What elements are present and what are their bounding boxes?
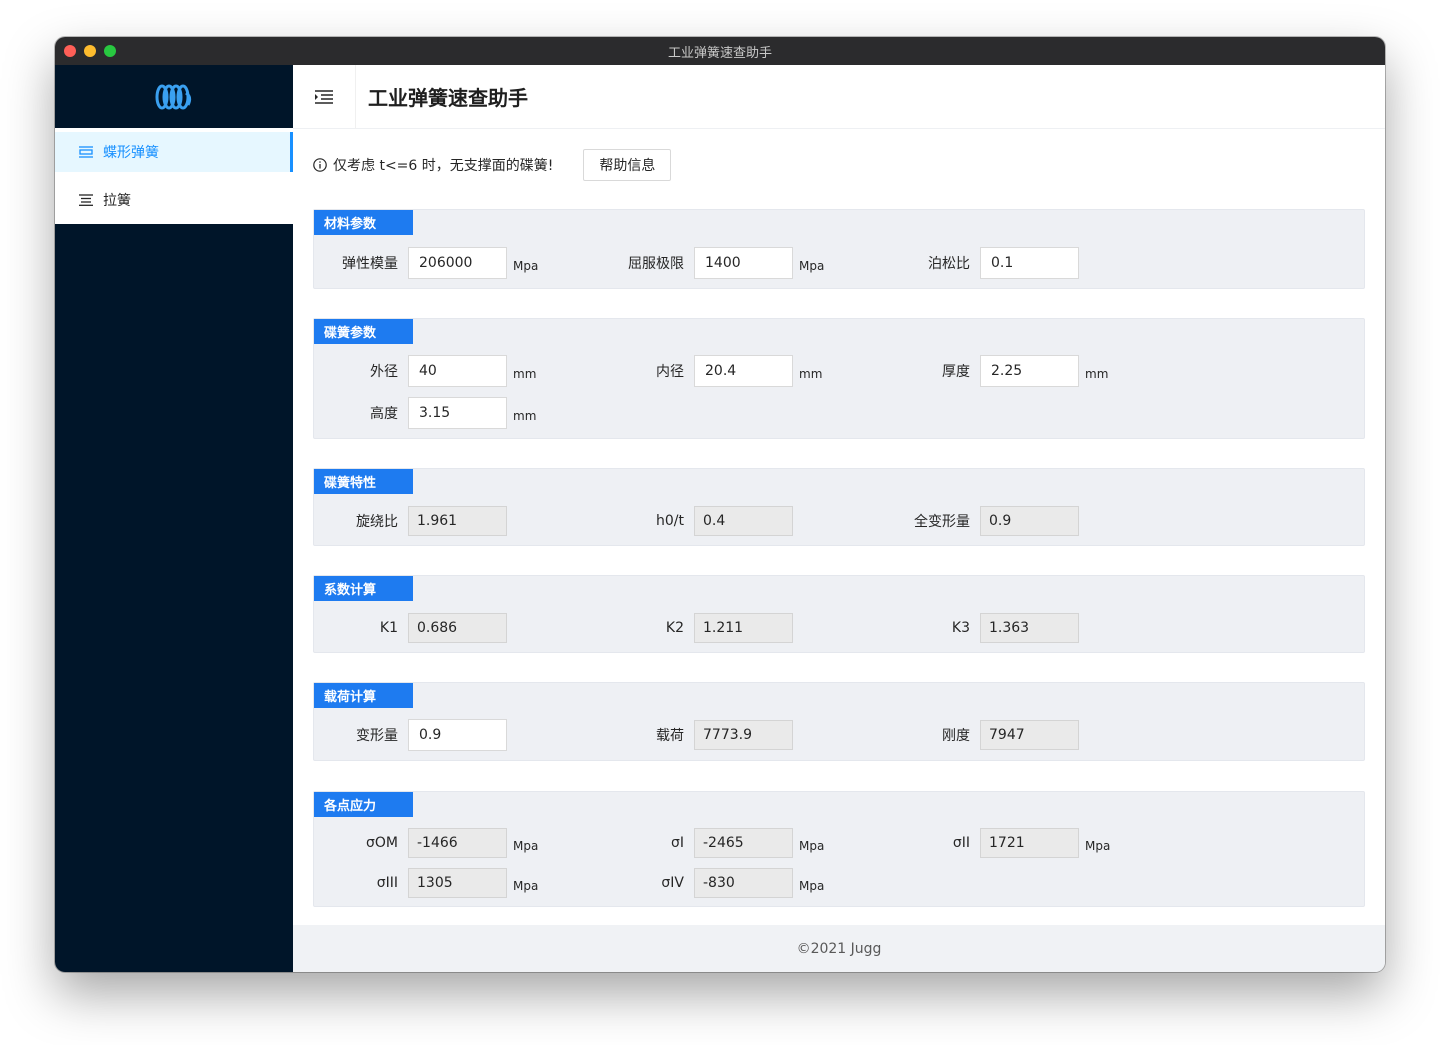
menu-fold-icon	[315, 89, 333, 104]
sidebar-menu: 蝶形弹簧 拉簧	[55, 128, 293, 224]
field-label: K3	[951, 620, 970, 636]
disc-params-section: 碟簧参数 外径 mm 内径 mm 厚度 mm	[313, 318, 1365, 439]
field-label: 载荷	[656, 728, 684, 744]
load-output	[694, 720, 793, 750]
height-input[interactable]	[408, 397, 507, 429]
field-label: σIII	[376, 875, 398, 891]
unit-label: mm	[513, 367, 537, 381]
k3-output	[980, 613, 1079, 643]
sidebar-item-label: 蝶形弹簧	[103, 145, 159, 161]
coefficient-section: 系数计算 K1 K2 K3	[313, 575, 1365, 653]
field-label: σIV	[661, 875, 684, 891]
unit-label: Mpa	[799, 879, 825, 893]
unit-label: Mpa	[799, 259, 825, 273]
inner-diameter-input[interactable]	[694, 355, 793, 387]
material-section: 材料参数 弹性模量 Mpa 屈服极限 Mpa 泊松比	[313, 209, 1365, 289]
spring-index-output	[408, 506, 507, 536]
poisson-ratio-input[interactable]	[980, 247, 1079, 279]
app-window: 工业弹簧速查助手 蝶形弹簧 拉簧 工业弹簧速查助手 仅考虑 t<=6 时，无支撑…	[55, 37, 1385, 972]
field-label: 变形量	[356, 728, 398, 744]
outer-diameter-input[interactable]	[408, 355, 507, 387]
field-label: σI	[670, 835, 684, 851]
field-label: 高度	[370, 406, 398, 422]
content-panel: 仅考虑 t<=6 时，无支撑面的碟簧! 帮助信息 材料参数 弹性模量 Mpa 屈…	[293, 129, 1385, 925]
deformation-input[interactable]	[408, 719, 507, 751]
info-circle-icon	[313, 158, 327, 172]
stress-ii-output	[980, 828, 1079, 858]
page-header: 工业弹簧速查助手	[293, 64, 1385, 129]
stress-iv-output	[694, 868, 793, 898]
full-deformation-output	[980, 506, 1079, 536]
field-label: σII	[952, 835, 970, 851]
field-label: K1	[379, 620, 398, 636]
menu-list-icon	[79, 146, 93, 158]
section-title: 碟簧特性	[314, 469, 413, 494]
disc-props-section: 碟簧特性 旋绕比 h0/t 全变形量	[313, 468, 1365, 546]
unit-label: Mpa	[513, 839, 539, 853]
sidebar-item-tension-spring[interactable]: 拉簧	[55, 180, 293, 220]
field-label: 刚度	[942, 728, 970, 744]
window-title: 工业弹簧速查助手	[667, 45, 772, 61]
window-controls	[64, 45, 116, 57]
notice-row: 仅考虑 t<=6 时，无支撑面的碟簧! 帮助信息	[313, 149, 1365, 181]
field-label: 泊松比	[928, 256, 970, 272]
unit-label: Mpa	[513, 259, 539, 273]
yield-limit-input[interactable]	[694, 247, 793, 279]
stress-i-output	[694, 828, 793, 858]
notice-text: 仅考虑 t<=6 时，无支撑面的碟簧!	[333, 158, 554, 174]
h0t-output	[694, 506, 793, 536]
field-label: 外径	[370, 364, 398, 380]
field-label: K2	[665, 620, 684, 636]
field-label: 全变形量	[914, 514, 970, 530]
page-title: 工业弹簧速查助手	[368, 86, 528, 110]
unit-label: mm	[799, 367, 823, 381]
footer: ©2021 Jugg	[293, 925, 1385, 972]
stress-iii-output	[408, 868, 507, 898]
menu-fold-button[interactable]	[293, 64, 356, 129]
title-bar: 工业弹簧速查助手	[55, 37, 1385, 65]
section-title: 系数计算	[314, 576, 413, 601]
unit-label: Mpa	[799, 839, 825, 853]
minimize-window-button[interactable]	[84, 45, 96, 57]
field-label: 厚度	[942, 364, 970, 380]
k2-output	[694, 613, 793, 643]
field-label: 内径	[656, 364, 684, 380]
field-label: σOM	[366, 835, 398, 851]
unit-label: Mpa	[1085, 839, 1111, 853]
sidebar-item-disc-spring[interactable]: 蝶形弹簧	[55, 132, 293, 172]
unit-label: mm	[513, 409, 537, 423]
k1-output	[408, 613, 507, 643]
section-title: 载荷计算	[314, 683, 413, 708]
logo	[55, 65, 293, 128]
stress-section: 各点应力 σOM Mpa σI Mpa σII M	[313, 791, 1365, 907]
footer-text: ©2021 Jugg	[796, 940, 882, 957]
sidebar: 蝶形弹簧 拉簧	[55, 65, 293, 972]
unit-label: mm	[1085, 367, 1109, 381]
help-button[interactable]: 帮助信息	[583, 149, 672, 181]
load-section: 载荷计算 变形量 载荷 刚度	[313, 682, 1365, 761]
main-area: 工业弹簧速查助手 仅考虑 t<=6 时，无支撑面的碟簧! 帮助信息 材料参数 弹…	[293, 64, 1385, 972]
field-label: 弹性模量	[342, 256, 398, 272]
section-title: 材料参数	[314, 210, 413, 235]
menu-lines-icon	[79, 194, 93, 206]
unit-label: Mpa	[513, 879, 539, 893]
section-title: 各点应力	[314, 792, 413, 817]
sidebar-item-label: 拉簧	[103, 193, 131, 209]
stiffness-output	[980, 720, 1079, 750]
thickness-input[interactable]	[980, 355, 1079, 387]
section-title: 碟簧参数	[314, 319, 413, 344]
close-window-button[interactable]	[64, 45, 76, 57]
field-label: h0/t	[656, 513, 684, 529]
zoom-window-button[interactable]	[104, 45, 116, 57]
field-label: 旋绕比	[356, 514, 398, 530]
stress-om-output	[408, 828, 507, 858]
spring-logo-icon	[155, 84, 192, 109]
field-label: 屈服极限	[628, 256, 684, 272]
elastic-modulus-input[interactable]	[408, 247, 507, 279]
